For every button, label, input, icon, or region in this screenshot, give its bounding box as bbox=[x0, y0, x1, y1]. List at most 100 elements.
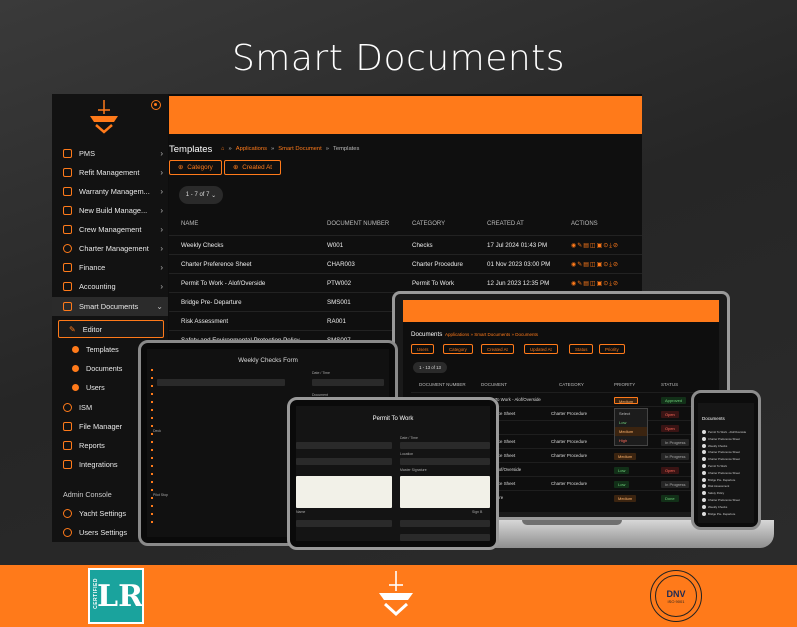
phone-list-item[interactable]: Charter Preference Sheet bbox=[702, 456, 750, 462]
status-badge: In Progress bbox=[661, 481, 690, 488]
row-actions-icons[interactable]: ◉✎▤◫▣⊙⤓⊘ bbox=[571, 280, 619, 288]
phone-list-item[interactable]: Charter Preference Sheet bbox=[702, 470, 750, 476]
column-category[interactable]: CATEGORY bbox=[412, 221, 445, 227]
filter-category-button[interactable]: Category bbox=[443, 344, 473, 354]
breadcrumb-applications[interactable]: Applications bbox=[236, 146, 267, 152]
phone-list-item[interactable]: Charter Preference Sheet bbox=[702, 436, 750, 442]
sidebar-item-accounting[interactable]: Accounting › bbox=[52, 277, 168, 296]
phone-list-item[interactable]: Weekly Checks bbox=[702, 443, 750, 449]
app-logo-icon bbox=[90, 100, 118, 134]
sidebar-item-warranty[interactable]: Warranty Managem... › bbox=[52, 182, 168, 201]
priority-dropdown-menu[interactable]: Select Low Medium High bbox=[614, 408, 648, 446]
sidebar-item-editor[interactable]: ✎ Editor bbox=[58, 320, 164, 338]
form-field[interactable] bbox=[157, 379, 285, 386]
filter-category-button[interactable]: ⊕ Category bbox=[169, 160, 222, 175]
sidebar-item-smart-documents[interactable]: Smart Documents ⌄ bbox=[52, 297, 168, 316]
filter-users-button[interactable]: Users bbox=[411, 344, 435, 354]
avatar-icon bbox=[702, 430, 706, 434]
dropdown-option[interactable]: High bbox=[615, 436, 647, 445]
table-row[interactable]: Charter Preference Sheet CHAR003 Charter P… bbox=[169, 254, 642, 273]
filter-priority-button[interactable]: Priority bbox=[599, 344, 625, 354]
sidebar-item-label: File Manager bbox=[79, 422, 123, 431]
pen-icon: ✎ bbox=[69, 324, 76, 334]
phone-list-item[interactable]: Permit To Work bbox=[702, 463, 750, 469]
chevron-right-icon: › bbox=[160, 282, 163, 291]
status-badge: In Progress bbox=[661, 453, 690, 460]
phone-list-item[interactable]: Permit To Work - Alof/Overside bbox=[702, 429, 750, 435]
folder-icon bbox=[63, 422, 72, 431]
breadcrumb: ⌂» Applications» Smart Document» Templat… bbox=[221, 146, 360, 152]
field-label: Master Signature bbox=[400, 468, 427, 472]
filter-created-at-button[interactable]: Created At bbox=[481, 344, 514, 354]
filter-updated-at-button[interactable]: Updated At bbox=[524, 344, 558, 354]
table-row[interactable]: Permit To Work - Alof/Overside PTW002 Perm… bbox=[169, 273, 642, 292]
home-icon[interactable]: ⌂ bbox=[221, 146, 225, 152]
filter-status-button[interactable]: Status bbox=[569, 344, 594, 354]
phone-list-item[interactable]: Charter Preference Sheet bbox=[702, 449, 750, 455]
avatar-icon bbox=[702, 504, 706, 509]
status-badge: In Progress bbox=[661, 439, 690, 446]
dropdown-option[interactable]: Low bbox=[615, 418, 647, 427]
sidebar-item-finance[interactable]: Finance › bbox=[52, 258, 168, 277]
filter-icon: ⊕ bbox=[178, 164, 184, 171]
filter-created-at-button[interactable]: ⊕ Created At bbox=[224, 160, 282, 175]
sidebar-item-charter[interactable]: Charter Management › bbox=[52, 239, 168, 258]
phone-list-item[interactable]: Bridge Pre- Departure bbox=[702, 511, 750, 517]
sidebar-item-label: Editor bbox=[82, 324, 103, 334]
column-document-number: DOCUMENT NUMBER bbox=[419, 382, 466, 387]
row-actions-icons[interactable]: ◉✎▤◫▣⊙⤓⊘ bbox=[571, 261, 619, 269]
column-document-number[interactable]: DOCUMENT NUMBER bbox=[327, 221, 389, 227]
priority-badge[interactable]: Low bbox=[614, 481, 630, 488]
priority-badge[interactable]: Low bbox=[614, 467, 630, 474]
sidebar-item-crew[interactable]: Crew Management › bbox=[52, 220, 168, 239]
phone-list-item[interactable]: Risk Assessment bbox=[702, 483, 750, 489]
sidebar-item-label: Finance bbox=[79, 263, 106, 272]
form-title: Permit To Work bbox=[372, 416, 414, 422]
phone-list-item[interactable]: Safety Policy bbox=[702, 490, 750, 496]
signature-pad[interactable] bbox=[296, 476, 392, 508]
dollar-icon bbox=[63, 263, 72, 272]
form-field[interactable] bbox=[400, 442, 490, 449]
sidebar-item-new-build[interactable]: New Build Manage... › bbox=[52, 201, 168, 220]
documents-icon bbox=[72, 365, 79, 372]
column-created-at[interactable]: CREATED AT bbox=[487, 221, 524, 227]
table-row[interactable]: Weekly Checks W001 Checks 17 Jul 2024 01:43… bbox=[169, 235, 642, 254]
priority-badge[interactable]: Medium bbox=[614, 495, 637, 502]
row-actions-icons[interactable]: ◉✎▤◫▣⊙⤓⊘ bbox=[571, 242, 619, 250]
breadcrumb-smart-document[interactable]: Smart Document bbox=[278, 146, 322, 152]
dropdown-option[interactable]: Medium bbox=[615, 427, 647, 436]
avatar-icon bbox=[702, 484, 706, 489]
sidebar-item-refit[interactable]: Refit Management › bbox=[52, 163, 168, 182]
sidebar-item-label: Smart Documents bbox=[79, 302, 139, 311]
form-field[interactable] bbox=[400, 458, 490, 465]
form-field[interactable] bbox=[400, 520, 490, 527]
sidebar-item-pms[interactable]: PMS › bbox=[52, 144, 168, 163]
form-title: Weekly Checks Form bbox=[238, 357, 298, 364]
chevron-right-icon: › bbox=[160, 244, 163, 253]
pagination-select[interactable]: 1 - 7 of 7 ⌄ bbox=[179, 186, 223, 204]
phone-list-item[interactable]: Weekly Checks bbox=[702, 504, 750, 510]
laptop-pagination-select[interactable]: 1 - 13 of 13 bbox=[413, 362, 447, 373]
priority-badge[interactable]: Medium bbox=[614, 453, 637, 460]
status-badge: Open bbox=[661, 411, 679, 418]
form-field[interactable] bbox=[296, 442, 392, 449]
top-bar bbox=[169, 96, 642, 134]
sidebar-item-label: New Build Manage... bbox=[79, 206, 148, 215]
sidebar-item-label: Refit Management bbox=[79, 168, 140, 177]
form-field[interactable] bbox=[312, 379, 384, 386]
table-header: NAME DOCUMENT NUMBER CATEGORY CREATED AT… bbox=[169, 221, 642, 233]
gear-icon bbox=[63, 528, 72, 537]
form-field[interactable] bbox=[296, 520, 392, 527]
priority-select[interactable]: Medium bbox=[614, 397, 639, 404]
signature-pad[interactable] bbox=[400, 476, 490, 508]
dropdown-option[interactable]: Select bbox=[615, 409, 647, 418]
column-name[interactable]: NAME bbox=[181, 221, 198, 227]
phone-list-item[interactable]: Bridge Pre- Departure bbox=[702, 477, 750, 483]
template-icon bbox=[72, 346, 79, 353]
form-field[interactable] bbox=[400, 534, 490, 541]
phone-list-item[interactable]: Charter Preference Sheet bbox=[702, 497, 750, 503]
chevron-right-icon: › bbox=[160, 263, 163, 272]
chevron-right-icon: › bbox=[160, 149, 163, 158]
settings-gear-icon[interactable] bbox=[151, 100, 161, 110]
form-field[interactable] bbox=[296, 458, 392, 465]
